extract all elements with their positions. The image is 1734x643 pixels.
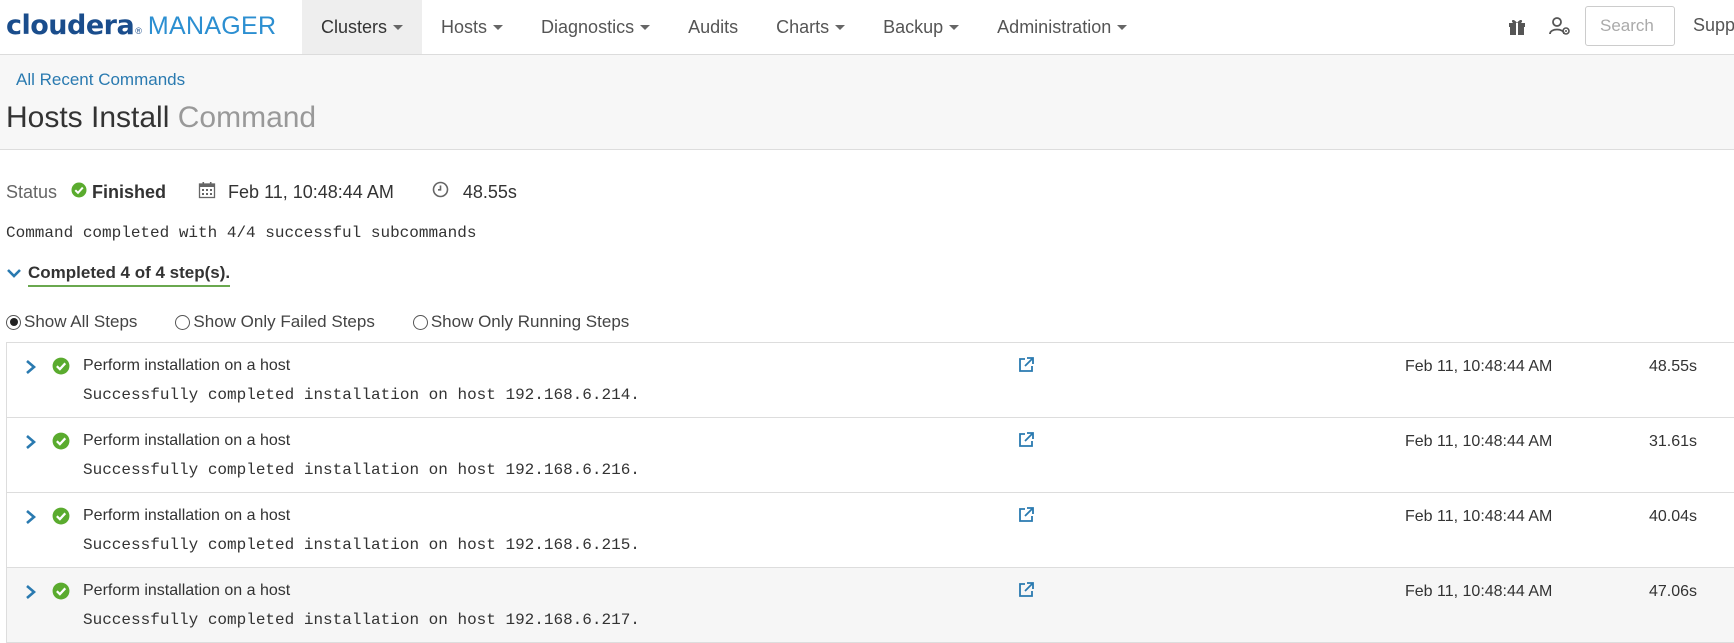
status-duration: 48.55s — [462, 181, 517, 202]
step-detail: Successfully completed installation on h… — [83, 461, 640, 479]
nav-diagnostics[interactable]: Diagnostics — [522, 0, 669, 54]
filter-show-all-steps[interactable]: Show All Steps — [6, 312, 137, 332]
caret-down-icon — [835, 24, 846, 30]
status-row: Status Finished Feb 11, 10:48:44 AM 48.5… — [6, 180, 517, 204]
nav-charts[interactable]: Charts — [757, 0, 864, 54]
step-start-time: Feb 11, 10:48:44 AM — [1405, 358, 1553, 375]
check-circle-icon — [71, 182, 87, 203]
radio-show-all[interactable] — [6, 314, 21, 330]
filter-show-failed-steps[interactable]: Show Only Failed Steps — [175, 312, 375, 332]
nav-diagnostics-label: Diagnostics — [541, 16, 635, 37]
page-title: Hosts Install Command — [6, 101, 316, 135]
step-detail: Successfully completed installation on h… — [83, 536, 640, 554]
caret-down-icon — [493, 24, 504, 30]
page-title-sub: Command — [177, 101, 317, 134]
logo-manager-text: MANAGER — [147, 12, 277, 40]
nav-audits-label: Audits — [688, 16, 739, 37]
page-title-main: Hosts Install — [6, 101, 170, 134]
nav-administration[interactable]: Administration — [978, 0, 1146, 54]
completed-steps-summary: Completed 4 of 4 step(s). — [28, 263, 231, 287]
status-label: Status — [6, 181, 58, 202]
nav-backup-label: Backup — [883, 16, 944, 37]
filter-show-running-label: Show Only Running Steps — [430, 312, 630, 331]
step-duration: 31.61s — [1649, 433, 1698, 450]
step-title: Perform installation on a host — [83, 507, 291, 524]
nav-clusters[interactable]: Clusters — [302, 0, 423, 54]
radio-show-running[interactable] — [412, 314, 428, 330]
nav-backup[interactable]: Backup — [864, 0, 978, 54]
check-circle-icon — [52, 582, 70, 600]
filter-show-running-steps[interactable]: Show Only Running Steps — [412, 312, 630, 332]
logo-registered-mark: ® — [135, 26, 142, 36]
command-result-message: Command completed with 4/4 successful su… — [6, 224, 477, 242]
step-duration: 48.55s — [1649, 358, 1698, 375]
check-circle-icon — [52, 507, 70, 525]
step-start-time: Feb 11, 10:48:44 AM — [1405, 433, 1553, 450]
caret-down-icon — [393, 24, 404, 30]
chevron-right-icon[interactable] — [24, 583, 38, 601]
nav-support[interactable]: Supp — [1693, 15, 1734, 36]
check-circle-icon — [52, 357, 70, 375]
step-title: Perform installation on a host — [83, 357, 291, 374]
caret-down-icon — [949, 24, 960, 30]
external-link-icon[interactable] — [1017, 581, 1037, 601]
nav-clusters-label: Clusters — [321, 16, 388, 37]
completed-steps-toggle[interactable]: Completed 4 of 4 step(s). — [6, 262, 231, 288]
nav-audits[interactable]: Audits — [669, 0, 757, 54]
step-duration: 40.04s — [1649, 508, 1698, 525]
step-row: Perform installation on a host Successfu… — [7, 343, 1734, 418]
step-title: Perform installation on a host — [83, 582, 291, 599]
caret-down-icon — [1117, 24, 1128, 30]
user-settings-icon[interactable] — [1548, 14, 1572, 38]
page-header: All Recent Commands Hosts Install Comman… — [0, 55, 1734, 150]
calendar-icon — [198, 181, 216, 204]
step-detail: Successfully completed installation on h… — [83, 611, 640, 629]
external-link-icon[interactable] — [1017, 431, 1037, 451]
clock-icon — [432, 181, 449, 203]
gift-icon[interactable] — [1505, 14, 1529, 38]
radio-show-failed[interactable] — [175, 314, 191, 330]
step-start-time: Feb 11, 10:48:44 AM — [1405, 508, 1553, 525]
step-row: Perform installation on a host Successfu… — [7, 493, 1734, 568]
logo-cloudera-text: cloudera — [6, 10, 135, 41]
cloudera-manager-logo[interactable]: cloudera ® MANAGER — [6, 10, 276, 42]
step-row: Perform installation on a host Successfu… — [7, 418, 1734, 493]
step-filter-group: Show All Steps Show Only Failed Steps Sh… — [6, 310, 667, 334]
step-duration: 47.06s — [1649, 583, 1698, 600]
chevron-right-icon[interactable] — [24, 508, 38, 526]
nav-hosts-label: Hosts — [441, 16, 488, 37]
external-link-icon[interactable] — [1017, 356, 1037, 376]
top-navbar: cloudera ® MANAGER Clusters Hosts Diagnos… — [0, 0, 1734, 55]
steps-list: Perform installation on a host Successfu… — [6, 342, 1734, 643]
filter-show-all-label: Show All Steps — [24, 312, 138, 331]
chevron-right-icon[interactable] — [24, 358, 38, 376]
main-nav: Clusters Hosts Diagnostics Audits Charts… — [302, 0, 1146, 54]
step-detail: Successfully completed installation on h… — [83, 386, 640, 404]
nav-charts-label: Charts — [776, 16, 830, 37]
caret-down-icon — [640, 24, 651, 30]
nav-hosts[interactable]: Hosts — [422, 0, 522, 54]
filter-show-failed-label: Show Only Failed Steps — [193, 312, 375, 331]
status-badge: Finished — [92, 181, 167, 202]
nav-administration-label: Administration — [997, 16, 1112, 37]
chevron-down-icon — [6, 266, 22, 285]
search-input[interactable] — [1585, 6, 1675, 46]
breadcrumb-all-recent-commands[interactable]: All Recent Commands — [16, 70, 185, 90]
check-circle-icon — [52, 432, 70, 450]
status-start-time: Feb 11, 10:48:44 AM — [228, 181, 394, 202]
external-link-icon[interactable] — [1017, 506, 1037, 526]
step-start-time: Feb 11, 10:48:44 AM — [1405, 583, 1553, 600]
chevron-right-icon[interactable] — [24, 433, 38, 451]
step-title: Perform installation on a host — [83, 432, 291, 449]
